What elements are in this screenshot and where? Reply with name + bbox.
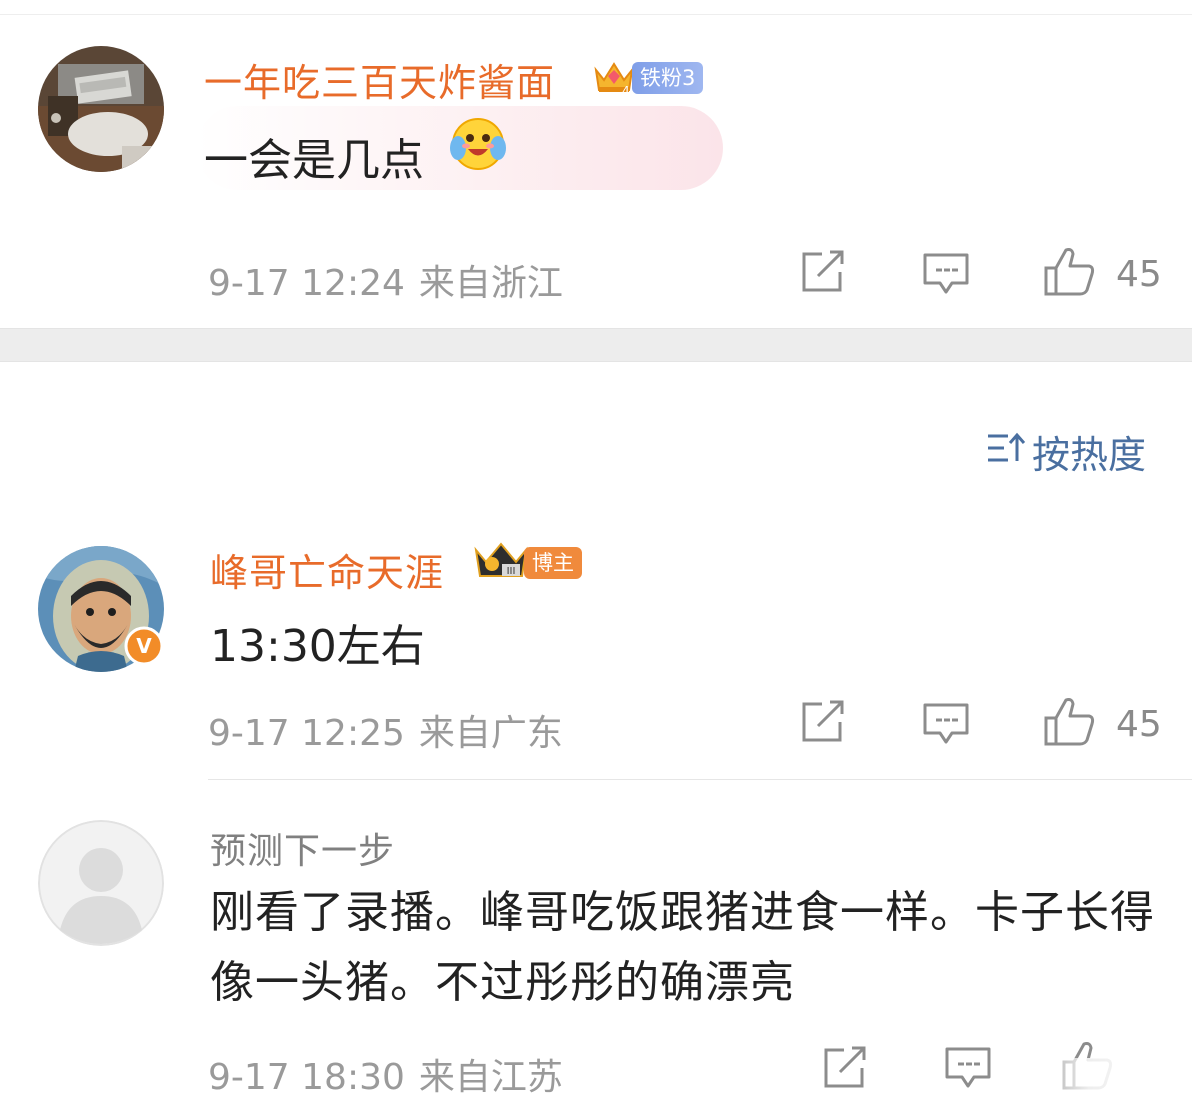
- crown-icon: 4: [592, 56, 636, 100]
- reply-divider: [208, 779, 1192, 780]
- username[interactable]: 峰哥亡命天涯: [210, 542, 444, 597]
- comment-content[interactable]: 刚看了录播。峰哥吃饭跟猪进食一样。卡子长得像一头猪。不过彤彤的确漂亮: [210, 878, 1160, 1018]
- like-count: 45: [1116, 254, 1162, 295]
- sort-toggle[interactable]: 按热度: [986, 424, 1146, 479]
- comment-location: 来自江苏: [418, 1057, 563, 1098]
- share-icon[interactable]: [800, 250, 846, 298]
- username[interactable]: 一年吃三百天炸酱面: [204, 52, 555, 107]
- comment-meta: 9-17 12:25 来自广东: [208, 704, 563, 756]
- avatar[interactable]: [38, 820, 164, 946]
- comment-location: 来自广东: [418, 713, 563, 754]
- fan-badge-label: 铁粉3: [632, 62, 704, 94]
- like-icon[interactable]: [1042, 696, 1096, 750]
- fan-badge[interactable]: 4 铁粉3: [592, 56, 704, 100]
- section-divider: [0, 328, 1192, 362]
- svg-text:V: V: [136, 634, 152, 658]
- share-icon[interactable]: [822, 1046, 868, 1094]
- verified-icon: V: [124, 626, 164, 670]
- avatar[interactable]: [38, 46, 164, 172]
- comment-meta: 9-17 12:24 来自浙江: [208, 254, 563, 306]
- comment-time: 9-17 12:24: [208, 263, 405, 304]
- comment-meta: 9-17 18:30 来自江苏: [208, 1048, 563, 1100]
- comment-time: 9-17 18:30: [208, 1057, 405, 1098]
- comment-icon[interactable]: [922, 702, 970, 750]
- comment-time: 9-17 12:25: [208, 713, 405, 754]
- host-badge-label: 博主: [524, 547, 582, 579]
- comment-icon[interactable]: [944, 1046, 992, 1094]
- top-divider: [0, 14, 1192, 15]
- comment-content[interactable]: 一会是几点: [204, 124, 424, 188]
- laughing-tears-emoji: [448, 116, 508, 176]
- comment-icon[interactable]: [922, 252, 970, 300]
- sort-label: 按热度: [1032, 433, 1147, 477]
- svg-text:III: III: [507, 566, 516, 577]
- crown-icon: III: [472, 540, 530, 586]
- sort-icon: [986, 430, 1032, 474]
- svg-text:4: 4: [622, 84, 630, 96]
- like-count: 45: [1116, 704, 1162, 745]
- comment-location: 来自浙江: [418, 263, 563, 304]
- share-icon[interactable]: [800, 700, 846, 748]
- host-badge[interactable]: III 博主: [472, 540, 582, 586]
- like-icon[interactable]: [1042, 246, 1096, 300]
- bottom-fade: [1020, 1058, 1192, 1103]
- username[interactable]: 预测下一步: [210, 822, 395, 874]
- comment-content[interactable]: 13:30左右: [210, 610, 425, 674]
